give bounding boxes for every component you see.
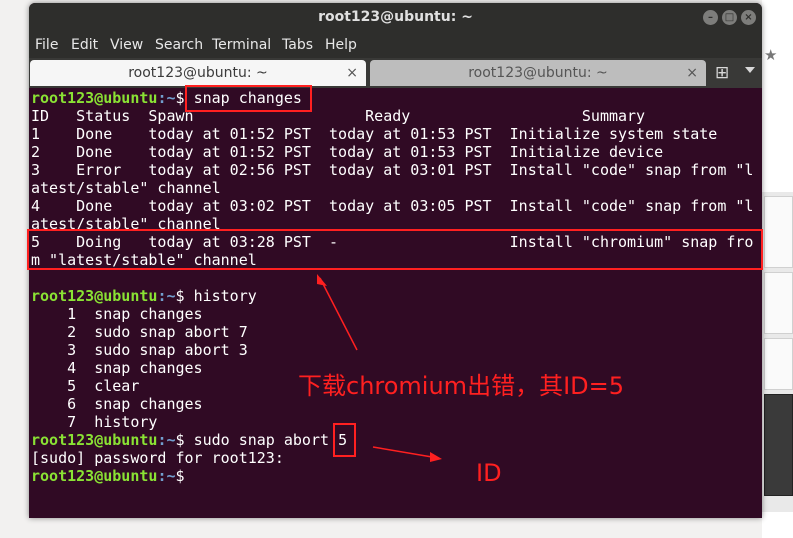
prompt-line: root123@ubuntu:~$	[31, 467, 194, 485]
command-text: history	[193, 287, 257, 305]
prompt-symbol: $	[175, 287, 194, 305]
thumbnail	[764, 394, 793, 496]
close-button[interactable]: ×	[741, 10, 756, 25]
prompt-path: :~	[157, 287, 176, 305]
highlight-snap-changes	[185, 85, 312, 112]
tab-close-icon[interactable]: ×	[686, 60, 698, 86]
thumbnail	[764, 196, 793, 268]
minimize-button[interactable]: –	[703, 10, 718, 25]
prompt-path: :~	[157, 89, 176, 107]
list-item: 7 history	[31, 413, 158, 431]
terminal-output[interactable]: root123@ubuntu:~$ snap changes ID Status…	[29, 88, 762, 518]
star-icon: ★	[764, 46, 778, 64]
title-bar[interactable]: root123@ubuntu: ~ – □ ×	[29, 3, 762, 33]
background-thumbnails	[762, 192, 793, 512]
table-row: 2 Done today at 01:52 PST today at 01:53…	[31, 143, 664, 161]
table-row: 4 Done today at 03:02 PST today at 03:05…	[31, 197, 754, 215]
menu-tabs[interactable]: Tabs	[282, 37, 313, 53]
prompt-path: :~	[157, 431, 176, 449]
table-row: 1 Done today at 01:52 PST today at 01:53…	[31, 125, 718, 143]
prompt-line: root123@ubuntu:~$ sudo snap abort 5	[31, 431, 347, 449]
menu-terminal[interactable]: Terminal	[212, 37, 271, 53]
table-row: 3 Error today at 02:56 PST today at 03:0…	[31, 161, 754, 179]
menu-help[interactable]: Help	[325, 37, 357, 53]
prompt-symbol: $	[175, 467, 194, 485]
list-item: 1 snap changes	[31, 305, 203, 323]
highlight-id	[333, 423, 356, 457]
window-title: root123@ubuntu: ~	[318, 9, 473, 25]
prompt-user: root123@ubuntu	[31, 89, 158, 107]
menu-view[interactable]: View	[110, 37, 143, 53]
list-item: 2 sudo snap abort 7	[31, 323, 248, 341]
command-text: sudo snap abort	[193, 431, 339, 449]
prompt-user: root123@ubuntu	[31, 287, 158, 305]
menu-edit[interactable]: Edit	[71, 37, 98, 53]
thumbnail	[764, 272, 793, 334]
prompt-path: :~	[157, 467, 176, 485]
table-header: ID Status Spawn Ready Summary	[31, 107, 646, 125]
list-item: 6 snap changes	[31, 395, 203, 413]
menu-search[interactable]: Search	[155, 37, 203, 53]
tab-label: root123@ubuntu: ~	[468, 65, 608, 81]
prompt-symbol: $	[175, 431, 194, 449]
prompt-user: root123@ubuntu	[31, 431, 158, 449]
prompt-user: root123@ubuntu	[31, 467, 158, 485]
highlight-chromium-row	[27, 229, 763, 270]
table-row: atest/stable" channel	[31, 179, 221, 197]
maximize-button[interactable]: □	[722, 10, 737, 25]
tab-menu-chevron-icon[interactable]	[745, 67, 755, 73]
tab-label: root123@ubuntu: ~	[128, 65, 268, 81]
menu-file[interactable]: File	[35, 37, 58, 53]
list-item: 4 snap changes	[31, 359, 203, 377]
list-item: 3 sudo snap abort 3	[31, 341, 248, 359]
tab-1[interactable]: root123@ubuntu: ~ ×	[30, 60, 366, 86]
tab-close-icon[interactable]: ×	[346, 60, 358, 86]
annotation-error-note: 下载chromium出错，其ID=5	[298, 372, 625, 400]
tab-bar: root123@ubuntu: ~ × root123@ubuntu: ~ × …	[29, 58, 762, 88]
list-item: 5 clear	[31, 377, 140, 395]
thumbnail	[764, 338, 793, 390]
sudo-password-prompt: [sudo] password for root123:	[31, 449, 284, 467]
new-tab-icon[interactable]: ⊞	[715, 63, 729, 83]
tab-2[interactable]: root123@ubuntu: ~ ×	[370, 60, 706, 86]
prompt-line: root123@ubuntu:~$ history	[31, 287, 257, 305]
annotation-id-note: ID	[476, 459, 502, 487]
menu-bar: File Edit View Search Terminal Tabs Help	[29, 33, 762, 58]
